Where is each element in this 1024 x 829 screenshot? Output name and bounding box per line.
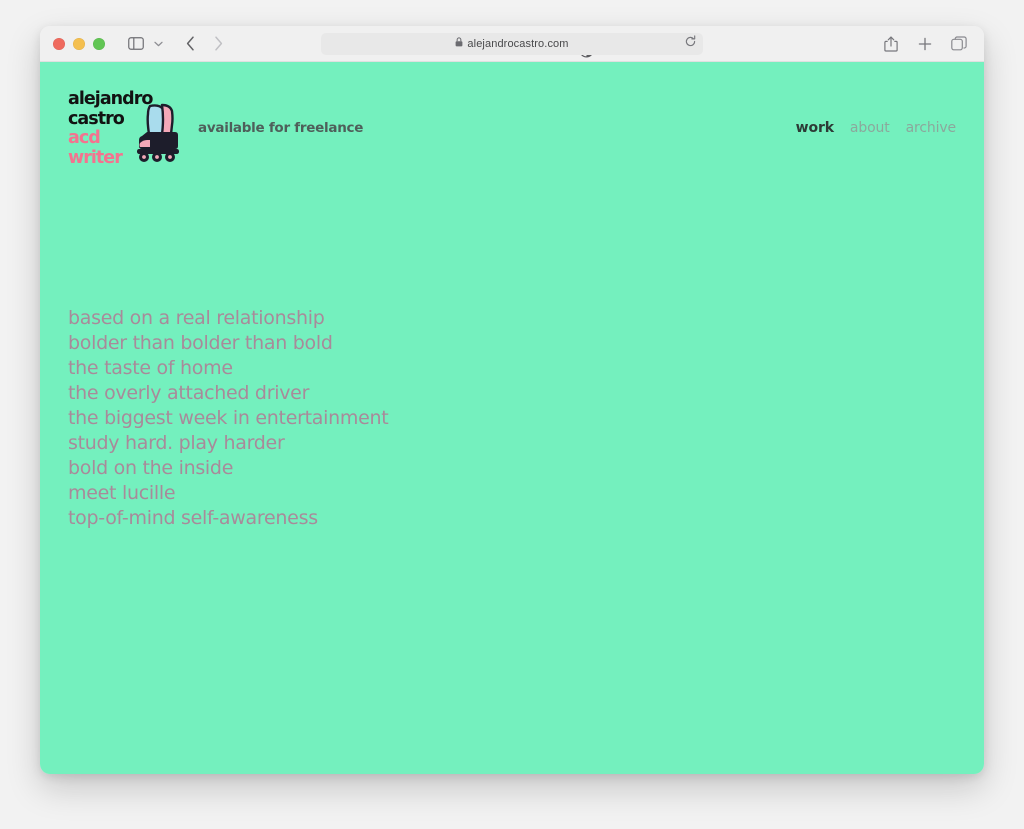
work-list-item[interactable]: top-of-mind self-awareness xyxy=(68,506,388,531)
nav-link-work[interactable]: work xyxy=(796,120,834,136)
chevron-down-icon xyxy=(154,41,163,47)
website-content: alejandro castro acd writer available fo… xyxy=(40,62,984,774)
lock-icon xyxy=(455,37,463,50)
back-button[interactable] xyxy=(177,32,203,56)
nav-link-about[interactable]: about xyxy=(850,120,890,136)
reload-button[interactable] xyxy=(682,36,698,52)
site-header: alejandro castro acd writer available fo… xyxy=(40,62,984,172)
nav-link-archive[interactable]: archive xyxy=(906,120,956,136)
browser-toolbar: alejandrocastro.com xyxy=(40,26,984,62)
work-list-item[interactable]: bold on the inside xyxy=(68,456,388,481)
work-list-item[interactable]: bolder than bolder than bold xyxy=(68,331,388,356)
minimize-window-button[interactable] xyxy=(73,38,85,50)
work-list-item[interactable]: based on a real relationship xyxy=(68,306,388,331)
toolbar-nav-group xyxy=(123,32,231,56)
logo-line-first-name: alejandro xyxy=(68,90,152,110)
work-list-item[interactable]: meet lucille xyxy=(68,481,388,506)
forward-button[interactable] xyxy=(205,32,231,56)
maximize-window-button[interactable] xyxy=(93,38,105,50)
site-logo[interactable]: alejandro castro acd writer xyxy=(68,90,190,168)
sidebar-toggle-button[interactable] xyxy=(123,32,149,56)
show-tab-overview-button[interactable] xyxy=(946,32,972,56)
main-navigation: work about archive xyxy=(796,120,956,136)
logo-line-role-writer: writer xyxy=(68,149,152,169)
address-bar-url: alejandrocastro.com xyxy=(467,38,568,50)
traffic-lights xyxy=(40,38,105,50)
logo-line-role-acd: acd xyxy=(68,129,152,149)
work-list-item[interactable]: the biggest week in entertainment xyxy=(68,406,388,431)
tab-overview-icon xyxy=(951,36,967,51)
work-list-item[interactable]: study hard. play harder xyxy=(68,431,388,456)
plus-icon xyxy=(918,37,932,51)
work-project-list: based on a real relationship bolder than… xyxy=(68,306,388,531)
browser-window: alejandrocastro.com xyxy=(40,26,984,774)
close-window-button[interactable] xyxy=(53,38,65,50)
reload-icon xyxy=(684,35,697,53)
toolbar-right-group xyxy=(878,32,972,56)
address-bar[interactable]: alejandrocastro.com xyxy=(321,33,703,55)
chevron-right-icon xyxy=(214,36,223,51)
new-tab-button[interactable] xyxy=(912,32,938,56)
sidebar-dropdown-button[interactable] xyxy=(151,32,165,56)
address-bar-content: alejandrocastro.com xyxy=(455,37,568,50)
address-bar-container: alejandrocastro.com xyxy=(321,33,703,55)
logo-line-last-name: castro xyxy=(68,110,152,130)
availability-tagline: available for freelance xyxy=(198,120,363,136)
sidebar-icon xyxy=(128,37,144,50)
work-list-item[interactable]: the overly attached driver xyxy=(68,381,388,406)
share-icon xyxy=(884,36,898,52)
logo-wordmark: alejandro castro acd writer xyxy=(68,90,152,168)
work-list-item[interactable]: the taste of home xyxy=(68,356,388,381)
chevron-left-icon xyxy=(186,36,195,51)
share-button[interactable] xyxy=(878,32,904,56)
